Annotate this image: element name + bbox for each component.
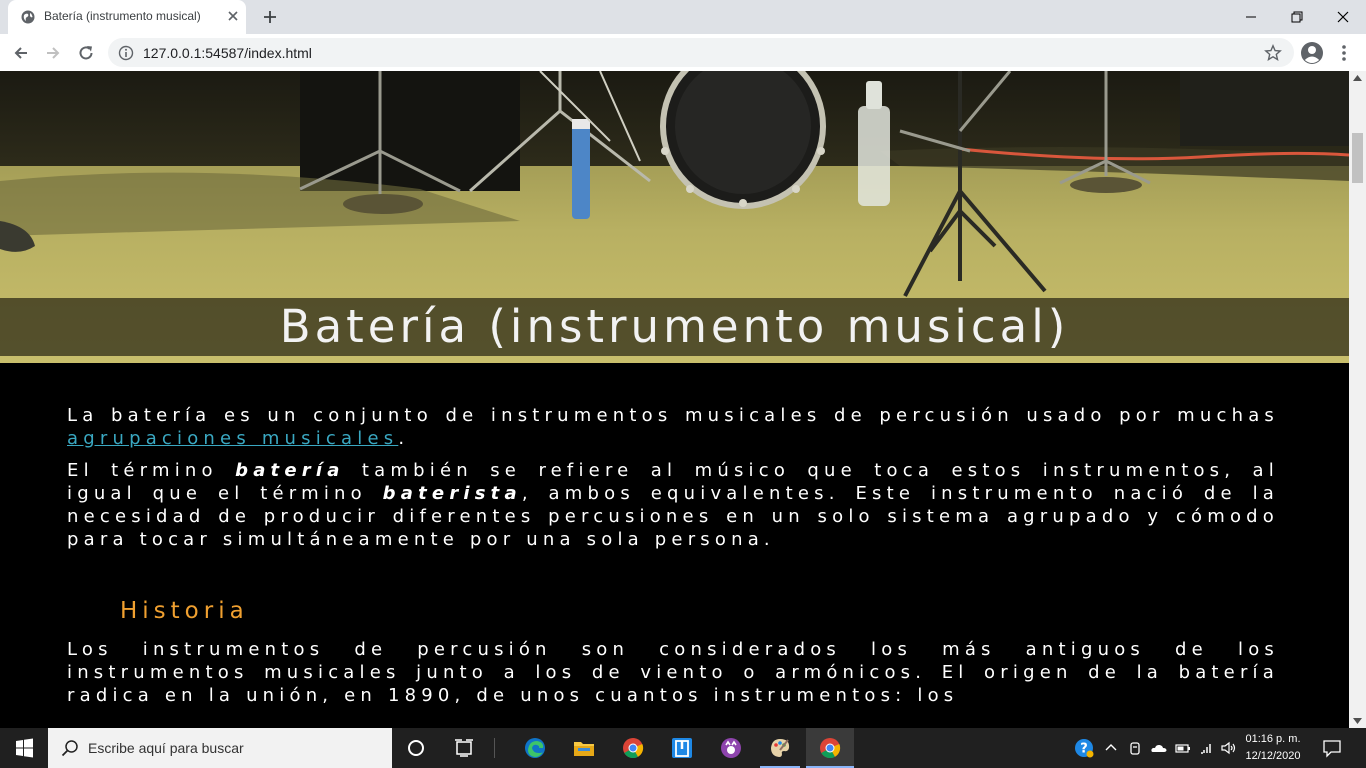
info-icon[interactable] (118, 45, 134, 61)
address-bar[interactable]: 127.0.0.1:54587/index.html (108, 38, 1294, 67)
bookmark-star-icon[interactable] (1264, 44, 1282, 62)
restore-icon[interactable] (1287, 7, 1307, 27)
page-viewport[interactable]: Batería (instrumento musical) La batería… (0, 71, 1349, 728)
edge-browser-icon[interactable] (523, 736, 547, 760)
scroll-up-arrow-icon[interactable] (1353, 75, 1362, 81)
app-blue-icon[interactable] (670, 736, 694, 760)
file-explorer-icon[interactable] (572, 736, 596, 760)
app-purple-icon[interactable] (719, 736, 743, 760)
term-baterista: baterista (382, 483, 522, 504)
cortana-icon[interactable] (404, 736, 428, 760)
tray-app-icon[interactable] (1126, 739, 1144, 757)
task-view-icon[interactable] (452, 736, 476, 760)
minimize-icon[interactable] (1241, 7, 1261, 27)
tab-strip: Batería (instrumento musical) (0, 0, 1366, 34)
term-bateria: batería (235, 460, 345, 481)
wifi-icon[interactable] (1198, 739, 1216, 757)
new-tab-icon[interactable] (261, 8, 279, 26)
forward-arrow-icon[interactable] (43, 43, 63, 63)
intro-period: . (398, 428, 410, 449)
tab-title: Batería (instrumento musical) (44, 9, 201, 23)
article-content: La batería es un conjunto de instrumento… (67, 404, 1279, 716)
p2-text-a: El término (67, 460, 218, 481)
help-icon[interactable]: ? (1074, 738, 1094, 758)
windows-start-icon[interactable] (0, 728, 48, 768)
search-placeholder: Escribe aquí para buscar (88, 740, 244, 756)
title-banner: Batería (instrumento musical) (0, 298, 1349, 356)
historia-heading: Historia (120, 598, 249, 624)
volume-icon[interactable] (1220, 739, 1238, 757)
page-scrollbar[interactable] (1349, 71, 1366, 728)
chrome-active-icon[interactable] (818, 736, 842, 760)
taskbar-search-box[interactable]: Escribe aquí para buscar (48, 728, 392, 768)
chevron-up-icon[interactable] (1102, 739, 1120, 757)
system-clock[interactable]: 01:16 p. m. 12/12/2020 (1240, 731, 1306, 765)
page-title: Batería (instrumento musical) (279, 300, 1070, 353)
globe-icon (21, 10, 35, 24)
browser-tab[interactable]: Batería (instrumento musical) (8, 0, 246, 34)
intro-paragraph-2: El término batería también se refiere al… (67, 459, 1279, 551)
search-icon (61, 740, 78, 757)
historia-paragraph-1: Los instrumentos de percusión son consid… (67, 639, 1279, 706)
onedrive-cloud-icon[interactable] (1150, 739, 1168, 757)
battery-icon[interactable] (1174, 739, 1192, 757)
close-tab-icon[interactable] (226, 9, 240, 23)
windows-taskbar: Escribe aquí para buscar ? 01:16 p. m. 1… (0, 728, 1366, 768)
clock-date: 12/12/2020 (1245, 750, 1301, 762)
close-window-icon[interactable] (1333, 7, 1353, 27)
paint-palette-icon[interactable] (768, 736, 792, 760)
notifications-icon[interactable] (1322, 738, 1342, 758)
scroll-down-arrow-icon[interactable] (1353, 718, 1362, 724)
taskbar-separator (494, 738, 495, 758)
hero-image: Batería (instrumento musical) (0, 71, 1349, 363)
clock-time: 01:16 p. m. (1245, 733, 1301, 745)
browser-toolbar: 127.0.0.1:54587/index.html (0, 34, 1366, 72)
scrollbar-thumb[interactable] (1352, 133, 1363, 183)
intro-text: La batería es un conjunto de instrumento… (67, 405, 1279, 426)
agrupaciones-musicales-link[interactable]: agrupaciones musicales (67, 428, 398, 449)
back-arrow-icon[interactable] (11, 43, 31, 63)
chrome-icon[interactable] (621, 736, 645, 760)
more-menu-icon[interactable] (1336, 42, 1352, 64)
reload-icon[interactable] (76, 43, 96, 63)
intro-paragraph-1: La batería es un conjunto de instrumento… (67, 404, 1279, 450)
url-text: 127.0.0.1:54587/index.html (143, 45, 312, 61)
profile-avatar-icon[interactable] (1300, 41, 1324, 65)
